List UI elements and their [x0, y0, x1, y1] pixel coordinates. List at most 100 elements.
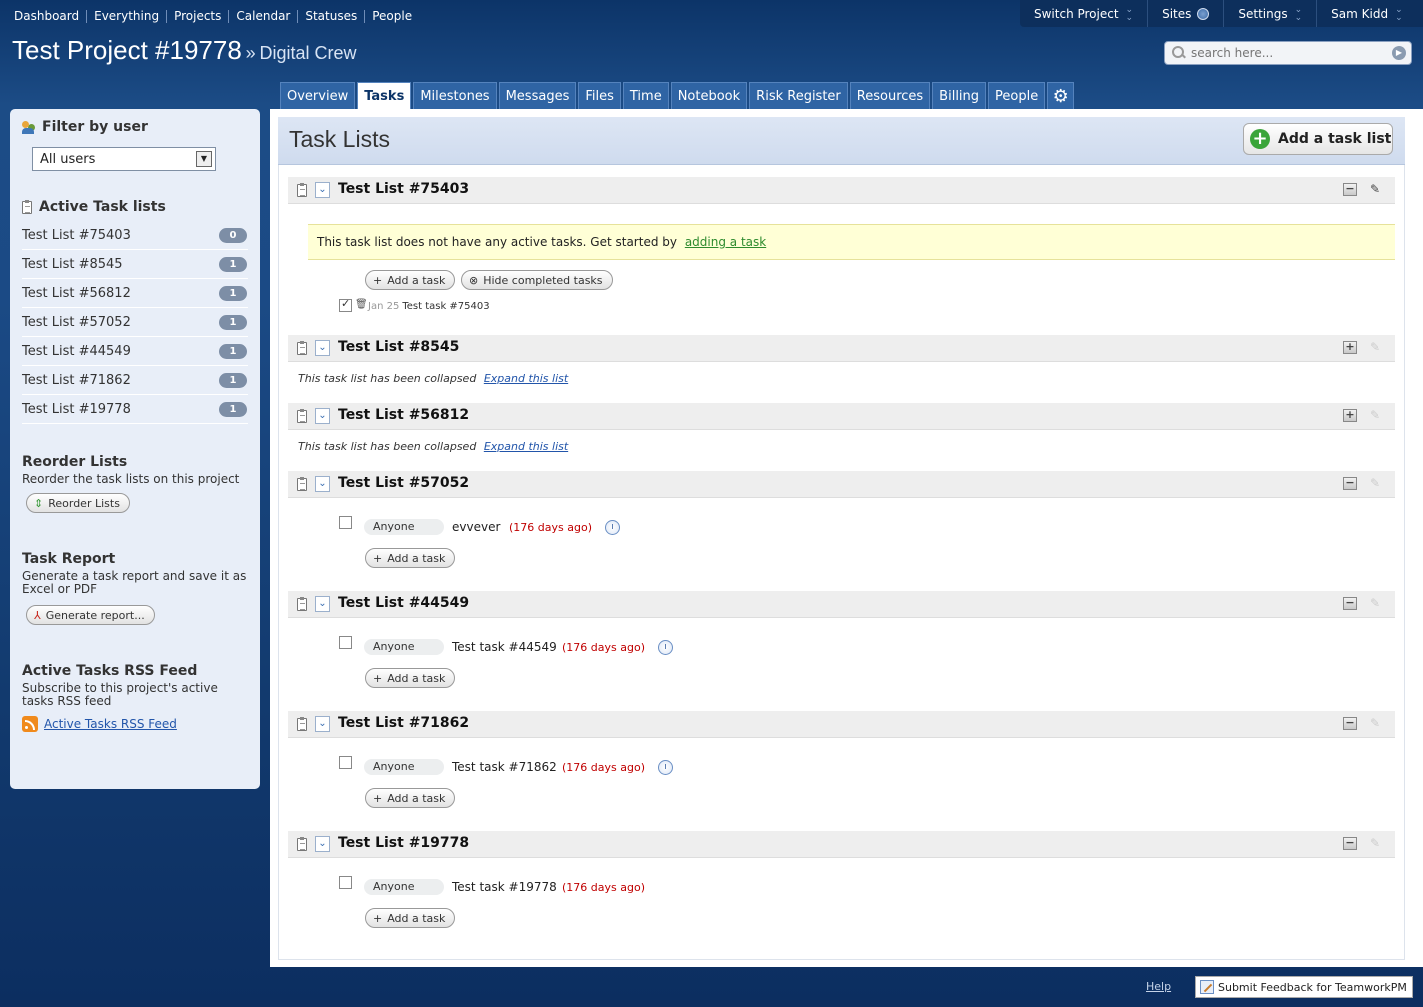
assignee-label[interactable]: Anyone: [364, 639, 444, 655]
hide-completed-button[interactable]: ⊗ Hide completed tasks: [461, 270, 613, 290]
pin-icon[interactable]: ✎: [1370, 340, 1380, 354]
tab-milestones[interactable]: Milestones: [413, 82, 497, 109]
rss-feed-link[interactable]: Active Tasks RSS Feed: [44, 717, 177, 731]
add-task-button[interactable]: + Add a task: [365, 270, 456, 290]
assignee-label[interactable]: Anyone: [364, 879, 444, 895]
tab-notebook[interactable]: Notebook: [670, 82, 748, 109]
expand-icon[interactable]: +: [1343, 341, 1357, 354]
expand-list-link[interactable]: Expand this list: [484, 440, 568, 453]
count-badge: 1: [219, 401, 247, 417]
task-checkbox[interactable]: [339, 756, 352, 769]
task-list-title[interactable]: Test List #57052: [338, 475, 469, 491]
assignee-label[interactable]: Anyone: [364, 519, 444, 535]
sites-menu[interactable]: Sites: [1147, 0, 1223, 27]
trash-icon[interactable]: 🗑: [355, 299, 368, 310]
generate-report-button[interactable]: ⅄ Generate report...: [26, 605, 155, 625]
tab-billing[interactable]: Billing: [932, 82, 987, 109]
task-name[interactable]: Test task #44549: [452, 640, 557, 654]
search-go-icon[interactable]: ▶: [1392, 46, 1406, 60]
pin-icon[interactable]: ✎: [1370, 408, 1380, 422]
add-task-button[interactable]: + Add a task: [365, 548, 456, 568]
adding-task-link[interactable]: adding a task: [685, 235, 766, 249]
task-name[interactable]: Test task #19778: [452, 880, 557, 894]
task-list-title[interactable]: Test List #19778: [338, 835, 469, 851]
list-item[interactable]: Test List #75403 0: [22, 221, 248, 250]
collapse-icon[interactable]: −: [1343, 477, 1357, 490]
pin-icon[interactable]: ✎: [1370, 182, 1380, 196]
expand-icon[interactable]: +: [1343, 409, 1357, 422]
nav-people[interactable]: People: [364, 10, 419, 23]
list-item[interactable]: Test List #56812 1: [22, 279, 248, 308]
completed-task-name[interactable]: Test task #75403: [402, 301, 489, 312]
reorder-lists-button[interactable]: ⇕ Reorder Lists: [26, 493, 130, 513]
task-checkbox[interactable]: [339, 297, 352, 312]
pin-icon[interactable]: ✎: [1370, 716, 1380, 730]
clock-icon[interactable]: [658, 760, 673, 775]
collapse-icon[interactable]: −: [1343, 597, 1357, 610]
switch-project-menu[interactable]: Switch Project ⌄ ⌄: [1020, 0, 1147, 27]
clock-icon[interactable]: [658, 640, 673, 655]
search-box: ▶: [1164, 41, 1412, 65]
chevron-down-icon[interactable]: ⌄: [315, 716, 330, 732]
add-task-list-button[interactable]: + Add a task list: [1243, 123, 1393, 155]
completed-date: Jan 25: [368, 301, 400, 312]
add-task-button[interactable]: + Add a task: [365, 908, 456, 928]
chevron-down-icon[interactable]: ⌄: [315, 836, 330, 852]
tab-time[interactable]: Time: [622, 82, 669, 109]
task-list-title[interactable]: Test List #75403: [338, 181, 469, 197]
collapse-icon[interactable]: −: [1343, 183, 1357, 196]
tab-overview[interactable]: Overview: [280, 82, 356, 109]
pin-icon[interactable]: ✎: [1370, 596, 1380, 610]
task-checkbox[interactable]: [339, 516, 352, 529]
task-name[interactable]: evvever: [452, 520, 500, 534]
expand-list-link[interactable]: Expand this list: [484, 372, 568, 385]
list-item[interactable]: Test List #8545 1: [22, 250, 248, 279]
task-checkbox[interactable]: [339, 876, 352, 889]
tab-messages[interactable]: Messages: [498, 82, 577, 109]
chevron-down-icon[interactable]: ⌄: [315, 182, 330, 198]
clock-icon[interactable]: [605, 520, 620, 535]
tab-risk-register[interactable]: Risk Register: [749, 82, 848, 109]
search-input[interactable]: [1187, 46, 1392, 60]
company-name[interactable]: Digital Crew: [259, 43, 356, 63]
list-item[interactable]: Test List #71862 1: [22, 366, 248, 395]
tab-tasks[interactable]: Tasks: [357, 82, 412, 109]
add-task-button[interactable]: + Add a task: [365, 788, 456, 808]
settings-menu[interactable]: Settings ⌄ ⌄: [1223, 0, 1316, 27]
task-list-title[interactable]: Test List #71862: [338, 715, 469, 731]
add-task-button[interactable]: + Add a task: [365, 668, 456, 688]
company-separator: »: [245, 43, 256, 63]
task-list-title[interactable]: Test List #8545: [338, 339, 459, 355]
tab-resources[interactable]: Resources: [849, 82, 931, 109]
chevron-down-icon[interactable]: ▼: [196, 151, 212, 167]
pin-icon[interactable]: ✎: [1370, 836, 1380, 850]
submit-feedback-button[interactable]: Submit Feedback for TeamworkPM: [1195, 976, 1413, 998]
help-link[interactable]: Help: [1146, 980, 1171, 993]
user-account-menu[interactable]: Sam Kidd ⌄ ⌄: [1316, 0, 1416, 27]
task-name[interactable]: Test task #71862: [452, 760, 557, 774]
user-filter-select[interactable]: All users ▼: [32, 147, 216, 171]
nav-dashboard[interactable]: Dashboard: [14, 10, 86, 23]
task-checkbox[interactable]: [339, 636, 352, 649]
chevron-down-icon[interactable]: ⌄: [315, 476, 330, 492]
assignee-label[interactable]: Anyone: [364, 759, 444, 775]
task-list-title[interactable]: Test List #56812: [338, 407, 469, 423]
collapse-icon[interactable]: −: [1343, 837, 1357, 850]
nav-calendar[interactable]: Calendar: [228, 10, 297, 23]
chevron-down-icon[interactable]: ⌄: [315, 596, 330, 612]
tab-files[interactable]: Files: [578, 82, 621, 109]
pin-icon[interactable]: ✎: [1370, 476, 1380, 490]
nav-projects[interactable]: Projects: [166, 10, 228, 23]
nav-statuses[interactable]: Statuses: [297, 10, 364, 23]
chevron-down-icon[interactable]: ⌄: [315, 340, 330, 356]
gear-icon[interactable]: ⚙: [1047, 82, 1075, 109]
list-item[interactable]: Test List #57052 1: [22, 308, 248, 337]
chevron-down-icon[interactable]: ⌄: [315, 408, 330, 424]
tab-people[interactable]: People: [988, 82, 1046, 109]
nav-everything[interactable]: Everything: [86, 10, 166, 23]
task-list-header: ⌄ Test List #71862 − ✎: [288, 711, 1395, 738]
list-item[interactable]: Test List #19778 1: [22, 395, 248, 424]
task-list-title[interactable]: Test List #44549: [338, 595, 469, 611]
collapse-icon[interactable]: −: [1343, 717, 1357, 730]
list-item[interactable]: Test List #44549 1: [22, 337, 248, 366]
